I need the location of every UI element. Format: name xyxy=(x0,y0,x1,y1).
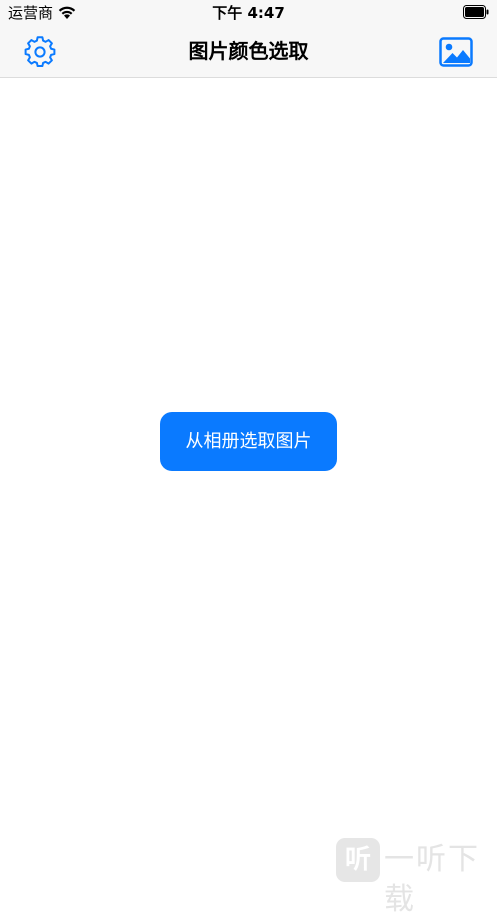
navigation-bar: 图片颜色选取 xyxy=(0,26,497,78)
watermark-logo-text: 听 xyxy=(344,845,371,875)
pick-from-album-button[interactable]: 从相册选取图片 xyxy=(160,412,337,471)
battery-icon xyxy=(463,5,489,19)
watermark: 听 一听下载 xyxy=(336,838,496,917)
watermark-text: 一听下载 xyxy=(384,842,480,917)
status-time: 下午 4:47 xyxy=(212,4,285,22)
watermark-logo: 听 xyxy=(336,838,380,882)
status-bar: 运营商 下午 4:47 xyxy=(0,0,497,26)
photo-icon[interactable] xyxy=(439,37,473,67)
page-title: 图片颜色选取 xyxy=(188,39,309,63)
